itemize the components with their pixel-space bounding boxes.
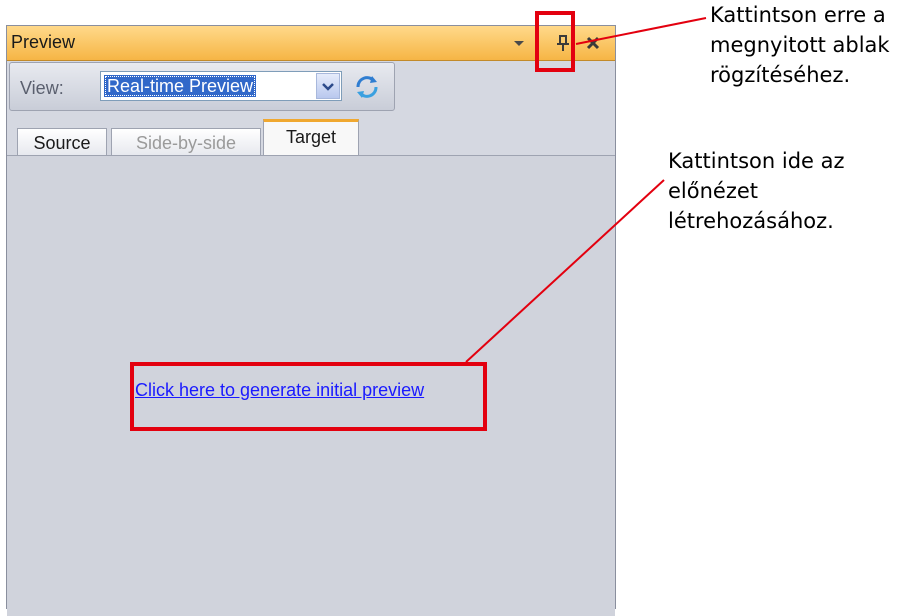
pin-annotation-line: megnyitott ablak [710,33,890,57]
pin-annotation-line: Kattintson erre a [710,3,886,27]
link-annotation-line: Kattintson ide az [668,149,845,173]
link-annotation: Kattintson ide az előnézet létrehozásáho… [668,146,845,236]
pin-annotation: Kattintson erre a megnyitott ablak rögzí… [710,0,890,90]
pin-annotation-line: rögzítéséhez. [710,63,851,87]
link-annotation-line: előnézet [668,179,759,203]
callout-lines [465,17,707,363]
link-annotation-line: létrehozásához. [668,209,834,233]
